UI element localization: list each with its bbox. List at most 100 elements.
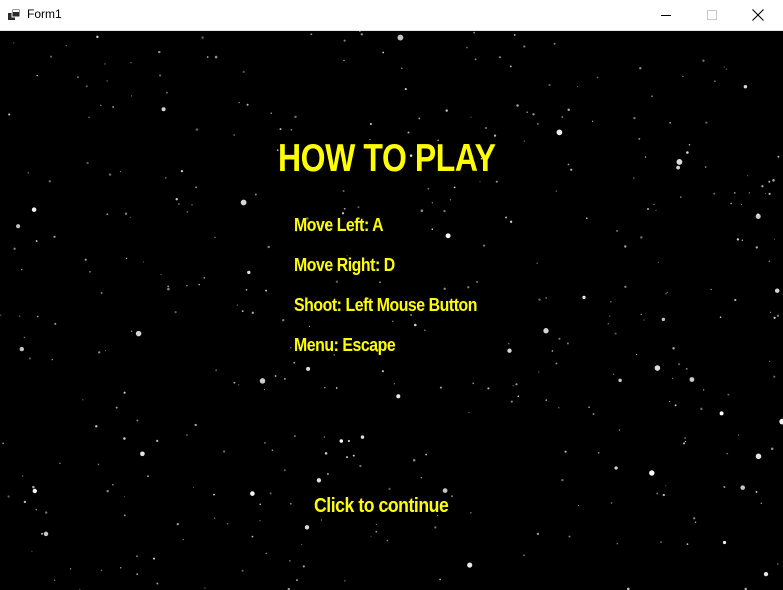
star xyxy=(156,582,159,585)
star xyxy=(135,330,142,337)
star xyxy=(357,206,360,209)
star xyxy=(537,123,539,125)
star xyxy=(76,76,79,79)
star xyxy=(206,56,209,58)
star xyxy=(95,425,98,428)
star xyxy=(479,181,481,183)
star xyxy=(588,406,590,408)
window-title: Form1 xyxy=(27,7,62,21)
star xyxy=(282,319,285,322)
star xyxy=(290,128,293,131)
star xyxy=(369,123,372,125)
star xyxy=(50,55,53,58)
star xyxy=(768,192,771,195)
star xyxy=(476,280,478,283)
star xyxy=(662,493,665,497)
star xyxy=(558,337,561,340)
star xyxy=(295,579,298,582)
star xyxy=(510,400,513,403)
star xyxy=(714,80,716,83)
star xyxy=(633,177,635,179)
star xyxy=(233,134,235,136)
star xyxy=(656,492,659,495)
control-move-right: Move Right: D xyxy=(294,255,395,275)
star xyxy=(779,418,783,425)
maximize-button[interactable] xyxy=(689,0,735,30)
star xyxy=(339,439,344,443)
star xyxy=(773,238,775,240)
star xyxy=(723,66,725,68)
star xyxy=(485,127,487,129)
star xyxy=(159,74,162,77)
star xyxy=(683,442,685,445)
star xyxy=(700,407,703,411)
star xyxy=(686,151,689,154)
star xyxy=(439,578,441,581)
star xyxy=(498,56,502,59)
star xyxy=(678,363,681,366)
star xyxy=(509,220,513,223)
star xyxy=(265,289,268,292)
star xyxy=(241,569,244,572)
star xyxy=(304,525,310,530)
close-icon xyxy=(752,9,764,21)
title-bar[interactable]: Form1 xyxy=(0,0,783,31)
star xyxy=(445,109,448,112)
star xyxy=(694,521,697,523)
star xyxy=(470,116,472,118)
star xyxy=(439,386,442,389)
star xyxy=(59,462,61,465)
star xyxy=(195,128,199,131)
game-canvas[interactable]: HOW TO PLAY Move Left: A Move Right: D S… xyxy=(0,31,783,590)
minimize-button[interactable] xyxy=(643,0,689,30)
star xyxy=(473,31,475,34)
star xyxy=(597,452,600,454)
star xyxy=(352,454,355,457)
star xyxy=(191,204,193,206)
star xyxy=(768,360,771,363)
star xyxy=(773,375,776,378)
star xyxy=(772,179,775,182)
star xyxy=(442,488,448,493)
star xyxy=(685,368,688,370)
star xyxy=(420,476,423,479)
star xyxy=(360,435,365,439)
star xyxy=(736,238,740,241)
star xyxy=(722,540,727,545)
star xyxy=(624,285,627,288)
star xyxy=(719,316,722,319)
star xyxy=(381,370,384,373)
star xyxy=(112,484,114,486)
star xyxy=(84,258,87,261)
star xyxy=(609,315,611,317)
star xyxy=(259,378,266,384)
star xyxy=(186,434,188,436)
star xyxy=(45,511,48,514)
star xyxy=(19,346,24,352)
star xyxy=(241,310,244,312)
click-to-continue-prompt[interactable]: Click to continue xyxy=(314,495,449,518)
star xyxy=(274,375,277,377)
star xyxy=(726,452,729,455)
star xyxy=(743,84,748,89)
star xyxy=(507,342,510,345)
star xyxy=(768,180,771,183)
star xyxy=(16,224,21,229)
star xyxy=(43,531,49,537)
how-to-play-heading: HOW TO PLAY xyxy=(278,137,496,180)
star xyxy=(293,361,296,364)
star xyxy=(468,412,470,414)
close-button[interactable] xyxy=(735,0,781,30)
star xyxy=(776,314,780,318)
star xyxy=(614,466,618,470)
star xyxy=(316,478,322,483)
star xyxy=(160,273,162,276)
star xyxy=(512,385,514,387)
star xyxy=(401,67,403,69)
star xyxy=(194,423,197,427)
star xyxy=(538,371,540,373)
star xyxy=(100,104,102,106)
star xyxy=(451,495,453,498)
star xyxy=(31,550,33,552)
star xyxy=(719,411,724,416)
